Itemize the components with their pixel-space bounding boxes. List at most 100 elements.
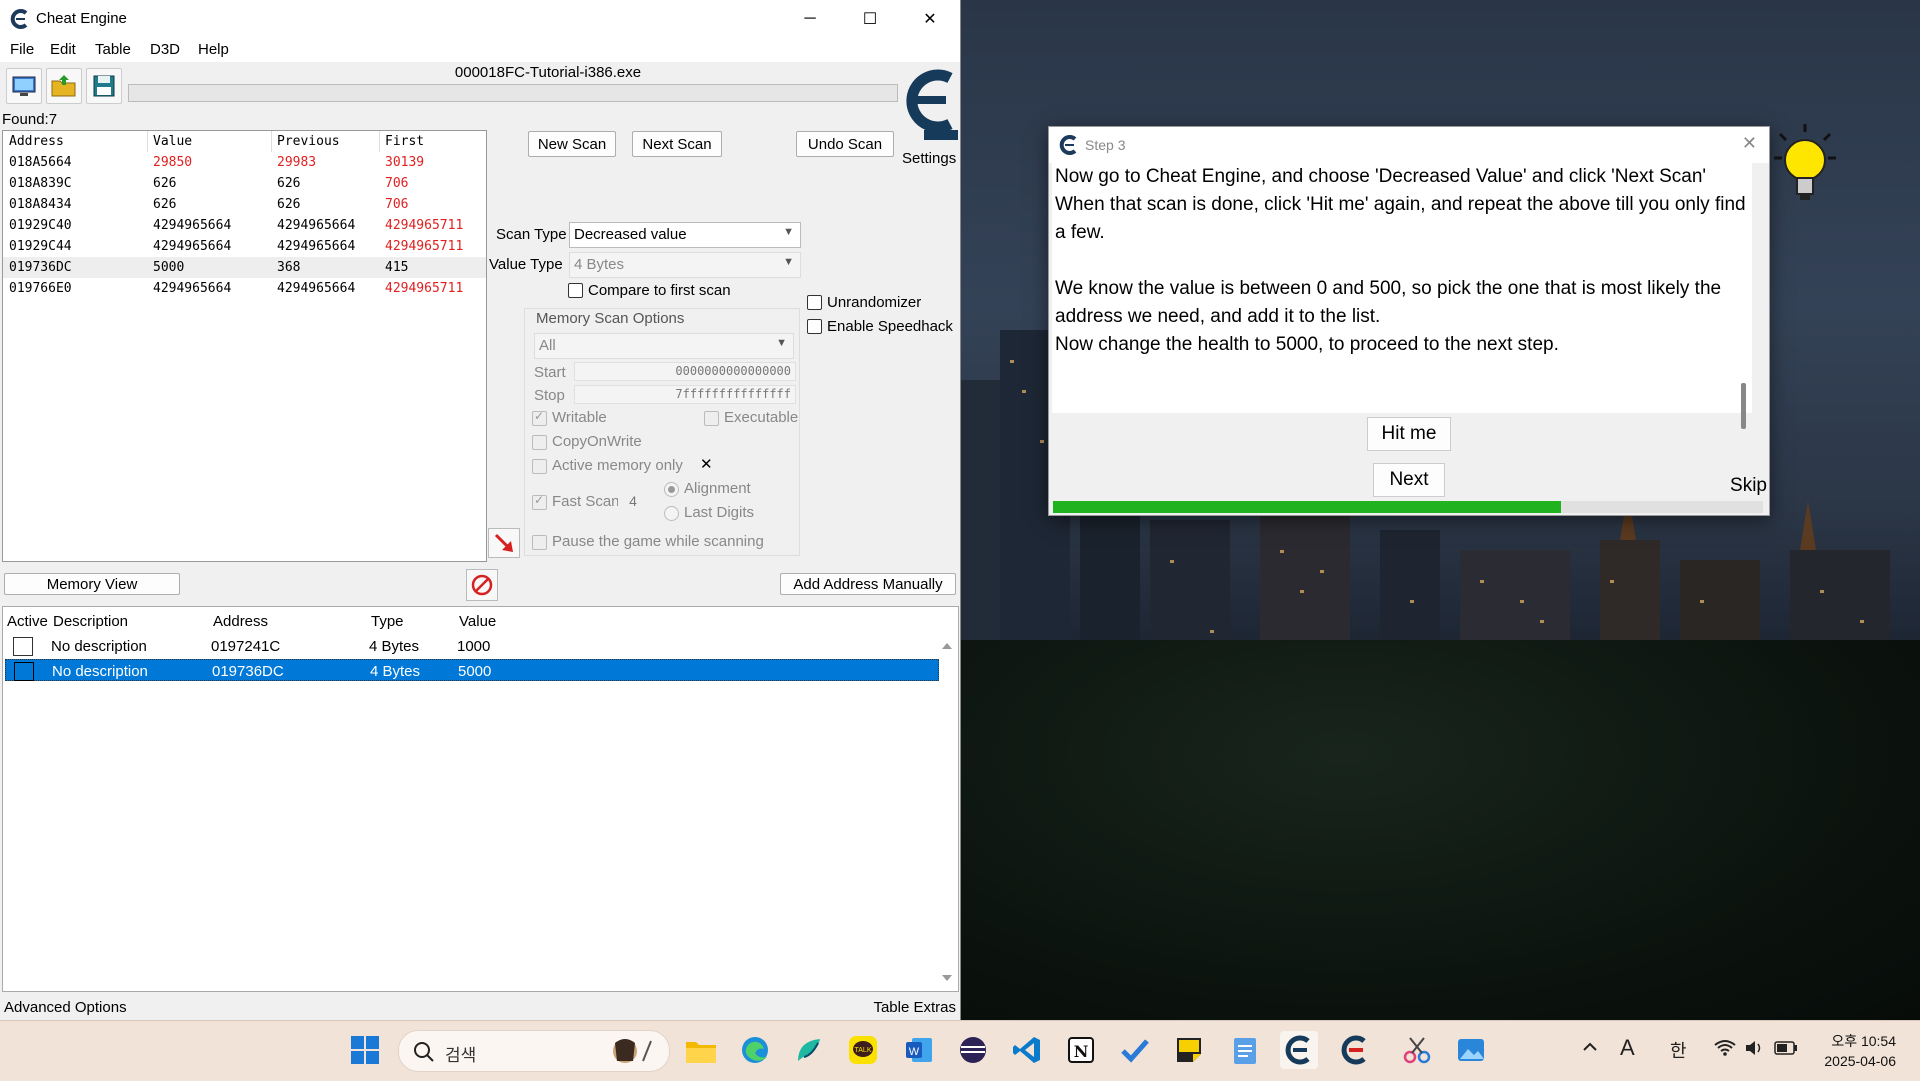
- result-row-selected[interactable]: 019736DC 5000 368 415: [3, 257, 486, 278]
- writable-checkbox[interactable]: [532, 409, 547, 426]
- active-checkbox[interactable]: [14, 662, 34, 681]
- copyonwrite-label[interactable]: CopyOnWrite: [552, 433, 642, 450]
- maximize-button[interactable]: ☐: [840, 0, 900, 38]
- undo-scan-button[interactable]: Undo Scan: [796, 131, 894, 157]
- copyonwrite-checkbox[interactable]: [532, 435, 547, 450]
- menu-file[interactable]: File: [10, 41, 34, 58]
- alignment-label[interactable]: Alignment: [684, 480, 751, 497]
- start-address-input[interactable]: 0000000000000000: [574, 362, 796, 381]
- advanced-options-link[interactable]: Advanced Options: [4, 999, 127, 1016]
- open-process-button[interactable]: [6, 68, 42, 104]
- close-icon[interactable]: ✕: [700, 455, 713, 473]
- col-address[interactable]: Address: [9, 134, 64, 149]
- word-icon[interactable]: W: [900, 1031, 938, 1069]
- result-row[interactable]: 019766E0 4294965664 4294965664 429496571…: [3, 278, 486, 299]
- executable-checkbox[interactable]: [704, 411, 719, 426]
- stop-address-input[interactable]: 7fffffffffffffff: [574, 385, 796, 404]
- hit-me-button[interactable]: Hit me: [1367, 417, 1451, 451]
- new-scan-button[interactable]: New Scan: [528, 131, 616, 157]
- vertical-scrollbar[interactable]: [940, 637, 954, 987]
- address-row[interactable]: No description 0197241C 4 Bytes 1000: [5, 635, 939, 657]
- col-first[interactable]: First: [385, 134, 424, 149]
- active-memory-label[interactable]: Active memory only: [552, 457, 683, 474]
- last-digits-radio[interactable]: [664, 506, 679, 521]
- title-bar[interactable]: Cheat Engine ─ ☐ ✕: [0, 0, 960, 38]
- save-button[interactable]: [86, 68, 122, 104]
- wifi-icon[interactable]: [1714, 1039, 1736, 1062]
- speedhack-checkbox[interactable]: [807, 319, 822, 334]
- next-button[interactable]: Next: [1373, 463, 1445, 497]
- writable-label[interactable]: Writable: [552, 409, 607, 426]
- result-row[interactable]: 01929C40 4294965664 4294965664 429496571…: [3, 215, 486, 236]
- clear-list-button[interactable]: [466, 569, 498, 601]
- address-row-selected[interactable]: No description 019736DC 4 Bytes 5000: [5, 659, 939, 681]
- menu-edit[interactable]: Edit: [50, 41, 76, 58]
- unrandomizer-checkbox[interactable]: [807, 295, 822, 310]
- fast-scan-label[interactable]: Fast Scan: [552, 493, 620, 510]
- compare-first-label[interactable]: Compare to first scan: [588, 282, 731, 299]
- scan-results-list[interactable]: Address Value Previous First 018A5664 29…: [2, 130, 487, 562]
- speedhack-label[interactable]: Enable Speedhack: [827, 318, 953, 335]
- active-checkbox[interactable]: [13, 637, 33, 656]
- cheat-engine-logo-icon[interactable]: [898, 60, 960, 148]
- windows-start-button[interactable]: [346, 1031, 384, 1069]
- region-select[interactable]: All ▼: [534, 333, 794, 359]
- menu-d3d[interactable]: D3D: [150, 41, 180, 58]
- unrandomizer-label[interactable]: Unrandomizer: [827, 294, 921, 311]
- taskbar-search[interactable]: 검색: [398, 1030, 670, 1072]
- text-scrollbar-thumb[interactable]: [1741, 383, 1746, 429]
- chevron-up-icon[interactable]: [1582, 1039, 1598, 1060]
- cheat-engine-tutorial-icon[interactable]: [1336, 1031, 1374, 1069]
- photos-icon[interactable]: [1452, 1031, 1490, 1069]
- value-type-select[interactable]: 4 Bytes ▼: [569, 252, 801, 278]
- col-value[interactable]: Value: [459, 613, 496, 630]
- result-row[interactable]: 01929C44 4294965664 4294965664 429496571…: [3, 236, 486, 257]
- minimize-button[interactable]: ─: [780, 0, 840, 38]
- col-value[interactable]: Value: [153, 134, 192, 149]
- address-list-table[interactable]: Active Description Address Type Value No…: [2, 606, 959, 992]
- next-scan-button[interactable]: Next Scan: [632, 131, 722, 157]
- open-file-button[interactable]: [46, 68, 82, 104]
- result-row[interactable]: 018A8434 626 626 706: [3, 194, 486, 215]
- sticky-notes-icon[interactable]: [1170, 1031, 1208, 1069]
- font-indicator[interactable]: A: [1620, 1035, 1635, 1061]
- notepad-icon[interactable]: [1226, 1031, 1264, 1069]
- col-description[interactable]: Description: [53, 613, 128, 630]
- pause-game-label[interactable]: Pause the game while scanning: [552, 533, 764, 550]
- file-explorer-icon[interactable]: [682, 1031, 720, 1069]
- close-button[interactable]: ✕: [900, 0, 960, 38]
- pause-game-checkbox[interactable]: [532, 535, 547, 550]
- volume-icon[interactable]: [1744, 1039, 1764, 1062]
- kakaotalk-icon[interactable]: TALK: [844, 1031, 882, 1069]
- result-row[interactable]: 018A839C 626 626 706: [3, 173, 486, 194]
- active-memory-checkbox[interactable]: [532, 459, 547, 474]
- ime-mode-indicator[interactable]: 한: [1670, 1037, 1687, 1063]
- skip-link[interactable]: Skip: [1730, 475, 1767, 497]
- eclipse-icon[interactable]: [954, 1031, 992, 1069]
- alignment-radio[interactable]: [664, 482, 679, 497]
- last-digits-label[interactable]: Last Digits: [684, 504, 754, 521]
- close-icon[interactable]: ✕: [1742, 133, 1757, 154]
- settings-label[interactable]: Settings: [902, 150, 956, 167]
- vscode-icon[interactable]: [1008, 1031, 1046, 1069]
- memory-view-button[interactable]: Memory View: [4, 573, 180, 595]
- add-to-list-button[interactable]: [488, 528, 520, 558]
- compare-first-checkbox[interactable]: [568, 283, 583, 298]
- system-clock[interactable]: 오후 10:54 2025-04-06: [1818, 1031, 1896, 1071]
- result-row[interactable]: 018A5664 29850 29983 30139: [3, 152, 486, 173]
- fast-scan-checkbox[interactable]: [532, 493, 547, 510]
- col-previous[interactable]: Previous: [277, 134, 340, 149]
- menu-help[interactable]: Help: [198, 41, 229, 58]
- snipping-tool-icon[interactable]: [1398, 1031, 1436, 1069]
- executable-label[interactable]: Executable: [724, 409, 798, 426]
- menu-table[interactable]: Table: [95, 41, 131, 58]
- table-extras-link[interactable]: Table Extras: [873, 999, 956, 1016]
- add-address-button[interactable]: Add Address Manually: [780, 573, 956, 595]
- fast-scan-alignment-input[interactable]: 4: [618, 492, 648, 511]
- cheat-engine-taskbar-icon[interactable]: [1280, 1031, 1318, 1069]
- tutorial-title-bar[interactable]: Step 3 ✕: [1049, 127, 1769, 163]
- todo-icon[interactable]: [1116, 1031, 1154, 1069]
- col-active[interactable]: Active: [7, 613, 48, 630]
- notion-icon[interactable]: N: [1062, 1031, 1100, 1069]
- scan-type-select[interactable]: Decreased value ▼: [569, 222, 801, 248]
